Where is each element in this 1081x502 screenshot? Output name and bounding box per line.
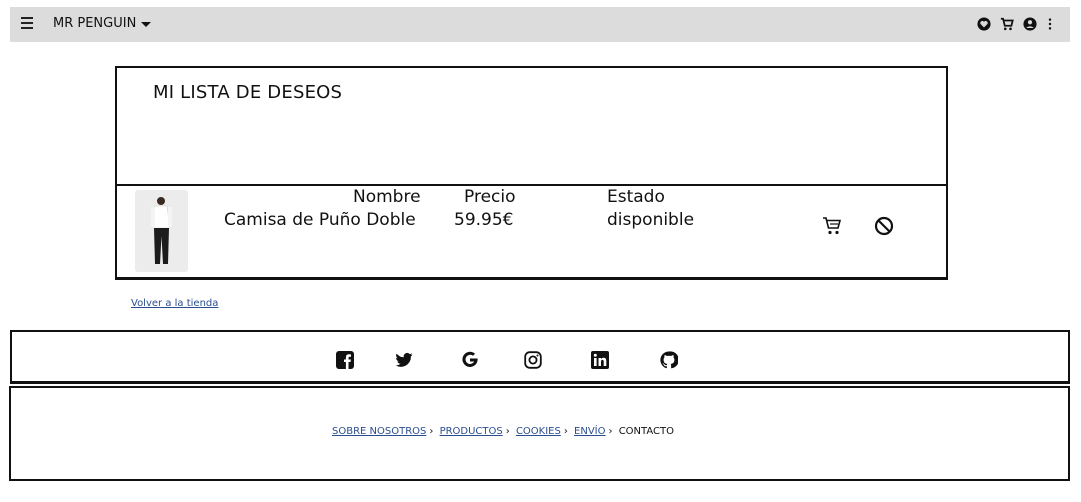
cart-icon[interactable] [1000,17,1014,31]
column-header-price: Precio [464,187,516,207]
footer-navigation: SOBRE NOSOTROS › PRODUCTOS › COOKIES › ENVÍ… [9,386,1070,481]
product-name[interactable]: Camisa de Puño Doble [224,210,416,230]
wishlist-card: MI LISTA DE DESEOS Nombre Precio Estado … [115,66,948,280]
github-icon[interactable] [660,351,678,369]
user-icon[interactable] [1023,17,1037,31]
footer-link-products[interactable]: PRODUCTOS [440,426,503,437]
linkedin-icon[interactable] [591,351,609,369]
heart-icon[interactable] [977,17,991,31]
footer-link-shipping[interactable]: ENVÍO [574,426,605,437]
product-status: disponible [607,210,695,230]
more-vertical-icon[interactable] [1046,17,1054,31]
breadcrumb-separator: › [608,426,613,437]
page-title: MI LISTA DE DESEOS [153,82,343,103]
facebook-icon[interactable] [336,351,354,369]
menu-icon[interactable] [21,17,33,31]
footer-link-cookies[interactable]: COOKIES [516,426,561,437]
divider [117,184,946,186]
top-navbar: MR PENGUIN [10,7,1070,42]
column-header-status: Estado [607,187,665,207]
block-icon[interactable] [874,216,894,236]
footer-link-contact[interactable]: CONTACTO [619,426,674,437]
breadcrumb: SOBRE NOSOTROS › PRODUCTOS › COOKIES › ENVÍ… [332,426,674,437]
footer-link-about[interactable]: SOBRE NOSOTROS [332,426,426,437]
chevron-down-icon[interactable] [141,22,151,27]
instagram-icon[interactable] [524,351,542,369]
product-price: 59.95€ [454,210,514,230]
column-header-name: Nombre [353,187,421,207]
breadcrumb-separator: › [429,426,434,437]
brand-name[interactable]: MR PENGUIN [53,16,136,31]
product-image[interactable] [135,190,188,272]
google-icon[interactable] [461,351,479,369]
add-to-cart-icon[interactable] [822,216,842,236]
social-links-bar [10,330,1070,384]
breadcrumb-separator: › [505,426,510,437]
back-to-store-link[interactable]: Volver a la tienda [131,298,218,309]
twitter-icon[interactable] [395,351,413,369]
breadcrumb-separator: › [563,426,568,437]
